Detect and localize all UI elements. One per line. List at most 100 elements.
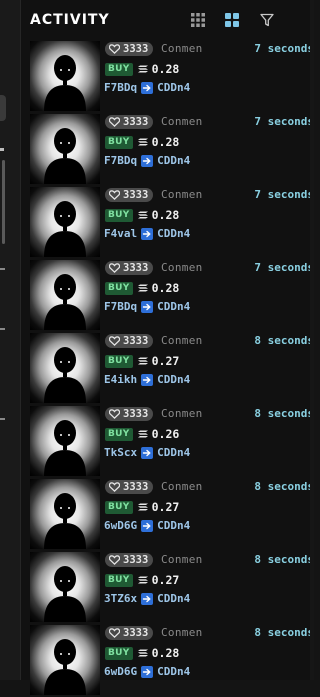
arrow-right-icon: [141, 665, 154, 678]
to-address[interactable]: CDDn4: [157, 446, 190, 459]
grid-9-icon[interactable]: [188, 10, 208, 30]
avatar: [30, 41, 100, 111]
from-address[interactable]: E4ikh: [104, 373, 137, 386]
solana-icon: [137, 576, 148, 584]
arrow-right-icon: [141, 154, 154, 167]
from-address[interactable]: 3TZ6x: [104, 592, 137, 605]
trade-amount: 0.27: [151, 500, 180, 514]
likes-badge: 3333: [105, 42, 153, 56]
buy-badge: BUY: [105, 135, 133, 149]
activity-list: 3333 Conmen 7 seconds BUY 0.28 F7BDq CDD…: [21, 40, 314, 697]
to-address[interactable]: CDDn4: [157, 154, 190, 167]
heart-icon: [109, 190, 120, 200]
likes-count: 3333: [123, 262, 149, 274]
from-address[interactable]: F4val: [104, 227, 137, 240]
timestamp: 7 seconds: [254, 261, 314, 274]
from-address[interactable]: 6wD6G: [104, 519, 137, 532]
timestamp: 7 seconds: [254, 115, 314, 128]
heart-icon: [109, 44, 120, 54]
avatar: [30, 552, 100, 622]
arrow-right-icon: [141, 446, 154, 459]
from-address[interactable]: F7BDq: [104, 81, 137, 94]
heart-icon: [109, 482, 120, 492]
solana-icon: [137, 211, 148, 219]
timestamp: 8 seconds: [254, 407, 314, 420]
to-address[interactable]: CDDn4: [157, 373, 190, 386]
activity-row[interactable]: 3333 Conmen 7 seconds BUY 0.28 F7BDq CDD…: [21, 113, 314, 186]
from-address[interactable]: F7BDq: [104, 300, 137, 313]
heart-icon: [109, 628, 120, 638]
from-address[interactable]: F7BDq: [104, 154, 137, 167]
solana-icon: [137, 65, 148, 73]
timestamp: 7 seconds: [254, 188, 314, 201]
timestamp: 8 seconds: [254, 626, 314, 639]
buy-badge: BUY: [105, 281, 133, 295]
buy-badge: BUY: [105, 62, 133, 76]
activity-row[interactable]: 3333 Conmen 7 seconds BUY 0.28 F4val CDD…: [21, 186, 314, 259]
left-sidebar-strip: [0, 0, 20, 680]
buy-badge: BUY: [105, 646, 133, 660]
activity-row[interactable]: 3333 Conmen 8 seconds BUY 0.27 6wD6G CDD…: [21, 478, 314, 551]
activity-row[interactable]: 3333 Conmen 7 seconds BUY 0.28 F7BDq CDD…: [21, 40, 314, 113]
arrow-right-icon: [141, 81, 154, 94]
activity-panel: ACTIVITY 3333 Conmen 7 seconds BUY 0.28 …: [21, 0, 314, 695]
activity-row[interactable]: 3333 Conmen 8 seconds BUY 0.26 TkScx CDD…: [21, 405, 314, 478]
username[interactable]: Conmen: [161, 407, 203, 420]
trade-amount: 0.28: [151, 135, 180, 149]
avatar: [30, 187, 100, 257]
to-address[interactable]: CDDn4: [157, 300, 190, 313]
to-address[interactable]: CDDn4: [157, 592, 190, 605]
heart-icon: [109, 263, 120, 273]
likes-badge: 3333: [105, 407, 153, 421]
likes-badge: 3333: [105, 261, 153, 275]
panel-scrollbar[interactable]: [310, 0, 314, 680]
username[interactable]: Conmen: [161, 553, 203, 566]
grid-4-icon[interactable]: [222, 10, 242, 30]
buy-badge: BUY: [105, 208, 133, 222]
timestamp: 8 seconds: [254, 480, 314, 493]
to-address[interactable]: CDDn4: [157, 227, 190, 240]
from-address[interactable]: TkScx: [104, 446, 137, 459]
activity-row[interactable]: 3333 Conmen 7 seconds BUY 0.28 F7BDq CDD…: [21, 259, 314, 332]
heart-icon: [109, 409, 120, 419]
avatar: [30, 333, 100, 403]
username[interactable]: Conmen: [161, 188, 203, 201]
username[interactable]: Conmen: [161, 626, 203, 639]
trade-amount: 0.28: [151, 281, 180, 295]
solana-icon: [137, 430, 148, 438]
likes-badge: 3333: [105, 626, 153, 640]
avatar: [30, 260, 100, 330]
avatar: [30, 114, 100, 184]
activity-row[interactable]: 3333 Conmen 8 seconds BUY 0.27 3TZ6x CDD…: [21, 551, 314, 624]
username[interactable]: Conmen: [161, 480, 203, 493]
sidebar-tab-handle[interactable]: [0, 95, 6, 121]
heart-icon: [109, 117, 120, 127]
username[interactable]: Conmen: [161, 42, 203, 55]
sidebar-dash: [0, 418, 5, 420]
sidebar-scrollbar-thumb[interactable]: [2, 160, 5, 244]
buy-badge: BUY: [105, 427, 133, 441]
filter-icon[interactable]: [257, 10, 277, 30]
from-address[interactable]: 6wD6G: [104, 665, 137, 678]
username[interactable]: Conmen: [161, 261, 203, 274]
solana-icon: [137, 138, 148, 146]
arrow-right-icon: [141, 227, 154, 240]
to-address[interactable]: CDDn4: [157, 665, 190, 678]
likes-count: 3333: [123, 408, 149, 420]
arrow-right-icon: [141, 300, 154, 313]
solana-icon: [137, 649, 148, 657]
sidebar-dash: [0, 328, 5, 330]
likes-badge: 3333: [105, 334, 153, 348]
activity-row[interactable]: 3333 Conmen 8 seconds BUY 0.27 E4ikh CDD…: [21, 332, 314, 405]
buy-badge: BUY: [105, 500, 133, 514]
username[interactable]: Conmen: [161, 115, 203, 128]
page-title: ACTIVITY: [30, 12, 110, 28]
trade-amount: 0.27: [151, 573, 180, 587]
username[interactable]: Conmen: [161, 334, 203, 347]
activity-row[interactable]: 3333 Conmen 8 seconds BUY 0.28 6wD6G CDD…: [21, 624, 314, 697]
to-address[interactable]: CDDn4: [157, 81, 190, 94]
trade-amount: 0.28: [151, 208, 180, 222]
to-address[interactable]: CDDn4: [157, 519, 190, 532]
likes-badge: 3333: [105, 115, 153, 129]
likes-badge: 3333: [105, 553, 153, 567]
